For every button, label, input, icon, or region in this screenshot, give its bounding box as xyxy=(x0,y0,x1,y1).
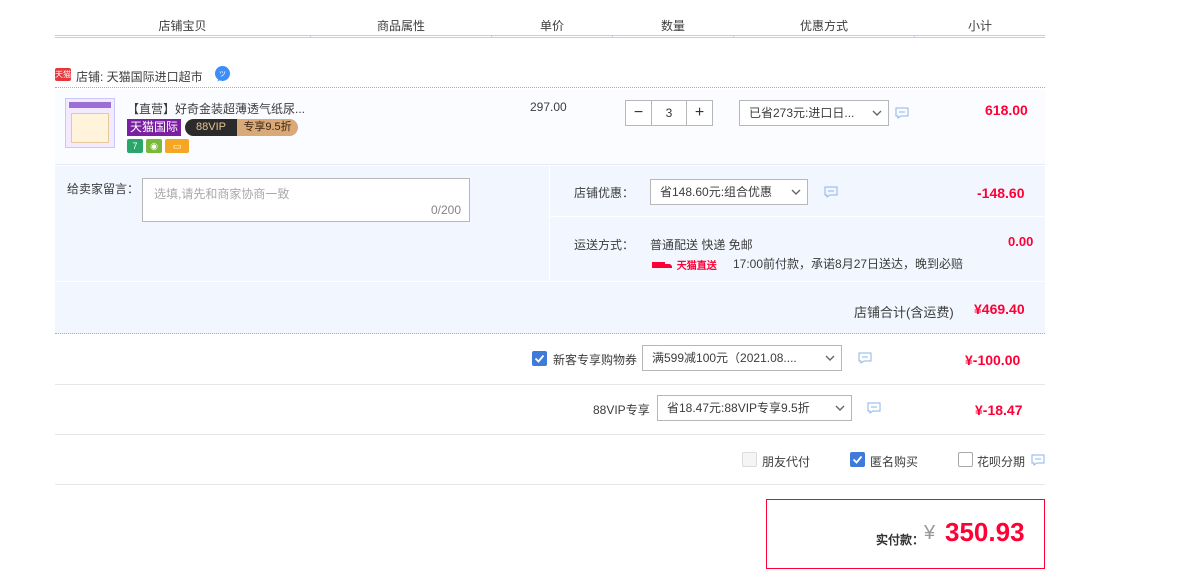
vip-amount: ¥-18.47 xyxy=(975,402,1023,418)
chevron-down-icon xyxy=(825,355,835,361)
shop-discount-select[interactable]: 省148.60元:组合优惠 xyxy=(650,179,808,205)
note-placeholder: 选填,请先和商家协商一致 xyxy=(154,187,290,201)
unit-price: 297.00 xyxy=(530,100,567,114)
comment-icon[interactable] xyxy=(858,352,872,364)
col-attributes: 商品属性 xyxy=(311,17,491,37)
shipping-label: 运送方式： xyxy=(574,238,635,252)
vip-select[interactable]: 省18.47元:88VIP专享9.5折 xyxy=(657,395,852,421)
col-unit-price: 单价 xyxy=(492,17,612,37)
anonymous-checkbox[interactable] xyxy=(850,452,865,467)
tmall-express-badge: 天猫直送 xyxy=(650,257,717,272)
friend-pay-label: 朋友代付 xyxy=(762,455,811,469)
col-quantity: 数量 xyxy=(613,17,733,37)
comment-icon[interactable] xyxy=(895,107,909,119)
shop-total-amount: ¥469.40 xyxy=(974,301,1025,317)
comment-icon[interactable] xyxy=(867,402,881,414)
coupon-select[interactable]: 满599减100元（2021.08.... xyxy=(642,345,842,371)
coupon-row: 新客专享购物券 满599减100元（2021.08.... ¥-100.00 xyxy=(55,335,1045,385)
tmall-badge-icon: 天猫 xyxy=(55,68,71,81)
delivery-promise: 17:00前付款，承诺8月27日送达，晚到必赔 xyxy=(733,257,964,271)
huabei-label: 花呗分期 xyxy=(977,455,1026,469)
anonymous-label: 匿名购买 xyxy=(870,455,919,469)
product-thumbnail[interactable] xyxy=(65,98,115,148)
wangwang-chat-icon[interactable]: ツ xyxy=(214,65,231,82)
checkmark-icon xyxy=(534,354,545,363)
payment-currency: ¥ xyxy=(924,522,936,544)
shop-total-label: 店铺合计(含运费) xyxy=(854,305,954,320)
chevron-down-icon xyxy=(872,110,882,116)
friend-pay-checkbox[interactable] xyxy=(742,452,757,467)
item-promo-value: 已省273元:进口日... xyxy=(749,106,855,120)
credit-card-icon: ▭ xyxy=(165,139,189,153)
quantity-stepper: − 3 + xyxy=(625,100,713,126)
shipping-method: 普通配送 快递 免邮 xyxy=(650,238,753,252)
coupon-label: 新客专享购物券 xyxy=(553,353,638,367)
note-label: 给卖家留言： xyxy=(67,182,140,196)
seller-note-input[interactable]: 选填,请先和商家协商一致 0/200 xyxy=(142,178,470,222)
col-discount: 优惠方式 xyxy=(734,17,914,37)
vip-discount-row: 88VIP专享 省18.47元:88VIP专享9.5折 ¥-18.47 xyxy=(55,385,1045,435)
shop-row: 天猫 店铺: 天猫国际进口超市 ツ xyxy=(55,64,1045,88)
payment-label: 实付款： xyxy=(876,533,925,547)
item-subtotal: 618.00 xyxy=(985,102,1028,118)
shop-discount-label: 店铺优惠： xyxy=(574,186,635,200)
coupon-amount: ¥-100.00 xyxy=(965,352,1021,368)
note-char-counter: 0/200 xyxy=(430,203,461,217)
vip-tag-label: 88VIP xyxy=(185,119,237,136)
vip-select-value: 省18.47元:88VIP专享9.5折 xyxy=(667,401,810,415)
vip-tag-discount: 专享9.5折 xyxy=(237,119,298,136)
comment-icon[interactable] xyxy=(1031,454,1045,466)
item-promo-select[interactable]: 已省273元:进口日... xyxy=(739,100,889,126)
qty-decrease-button[interactable]: − xyxy=(625,100,652,126)
huabei-checkbox[interactable] xyxy=(958,452,973,467)
payment-summary: 实付款： ¥ 350.93 xyxy=(766,499,1045,569)
payment-amount: 350.93 xyxy=(945,517,1025,547)
vip-tag: 88VIP 专享9.5折 xyxy=(185,119,298,136)
comment-icon[interactable] xyxy=(824,186,838,198)
col-shop-item: 店铺宝贝 xyxy=(55,17,310,37)
cart-header: 店铺宝贝 商品属性 单价 数量 优惠方式 小计 xyxy=(55,0,1045,38)
product-title[interactable]: 【直营】好奇金装超薄透气纸尿... xyxy=(127,100,317,117)
express-brand: 天猫直送 xyxy=(676,261,717,272)
coupon-checkbox[interactable] xyxy=(532,351,547,366)
payment-options-row: 朋友代付 匿名购买 花呗分期 xyxy=(55,435,1045,485)
cart-item-row: 【直营】好奇金装超薄透气纸尿... 天猫国际 88VIP 专享9.5折 7 ◉ … xyxy=(55,89,1045,165)
chevron-down-icon xyxy=(835,405,845,411)
checkmark-icon xyxy=(852,455,863,464)
tmall-intl-tag: 天猫国际 xyxy=(127,119,182,136)
shop-discount-value: 省148.60元:组合优惠 xyxy=(660,185,773,199)
seven-day-return-icon: 7 xyxy=(127,139,143,153)
shipping-fee: 0.00 xyxy=(1008,234,1034,249)
shop-discount-amount: -148.60 xyxy=(977,185,1025,201)
qty-input[interactable]: 3 xyxy=(652,100,686,126)
shop-total-row: 店铺合计(含运费) ¥469.40 xyxy=(55,281,1045,334)
coupon-select-value: 满599减100元（2021.08.... xyxy=(652,351,797,365)
svg-text:ツ: ツ xyxy=(219,70,226,78)
delivery-truck-icon xyxy=(652,262,672,268)
guarantee-icon: ◉ xyxy=(146,139,162,153)
qty-increase-button[interactable]: + xyxy=(686,100,713,126)
col-subtotal: 小计 xyxy=(915,17,1045,37)
chevron-down-icon xyxy=(791,189,801,195)
shop-name[interactable]: 店铺: 天猫国际进口超市 xyxy=(76,68,203,85)
vip-label: 88VIP专享 xyxy=(593,403,650,417)
